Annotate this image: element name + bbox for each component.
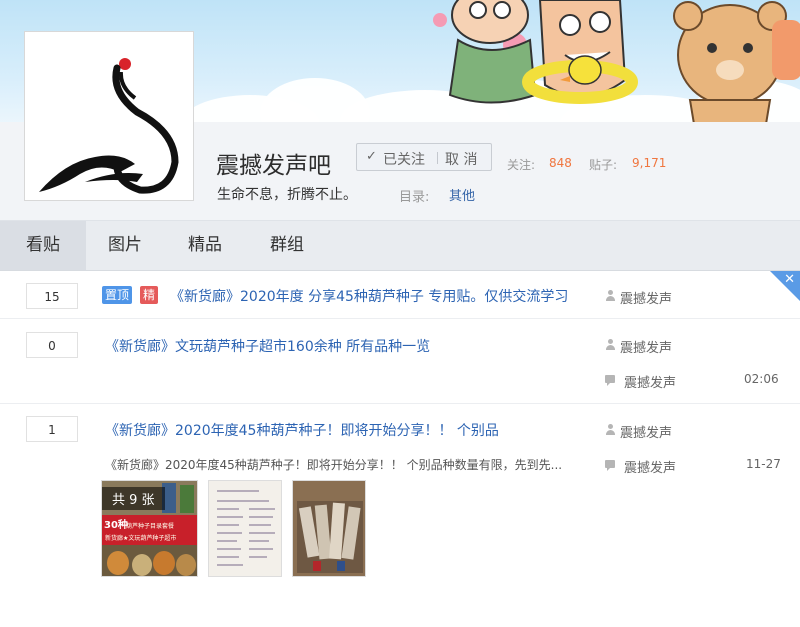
follow-button[interactable]: ✓ 已关注 取 消 (356, 143, 492, 171)
handwritten-list-image (209, 481, 281, 576)
reply-count: 1 (26, 416, 78, 442)
close-icon[interactable]: ✕ (784, 272, 795, 287)
last-reply-time: 02:06 (744, 372, 779, 386)
seed-packets-image (293, 481, 365, 576)
thread-image-thumbnail[interactable]: 30种 葫芦种子目录套餐 新货廊★文玩葫芦种子超市 共 9 张 (101, 480, 198, 577)
unfollow-button[interactable]: 取 消 (445, 149, 477, 169)
pinned-badge: 置顶 (102, 286, 133, 304)
last-replier[interactable]: 震撼发声 (624, 457, 676, 476)
thread-image-thumbnail[interactable] (208, 480, 282, 577)
reply-count: 0 (26, 332, 78, 358)
forum-name[interactable]: 震撼发声吧 (216, 146, 331, 180)
tab-threads[interactable]: 看贴 (0, 221, 86, 270)
last-replier[interactable]: 震撼发声 (624, 372, 676, 391)
user-icon (605, 339, 616, 351)
crane-logo (39, 58, 179, 194)
image-count-badge: 共 9 张 (102, 487, 165, 510)
followers-label: 关注: (507, 158, 536, 172)
tab-images[interactable]: 图片 (86, 221, 164, 270)
thread-author[interactable]: 震撼发声 (620, 288, 672, 307)
user-icon (605, 290, 616, 302)
comment-icon (605, 375, 615, 386)
directory-label: 目录: (399, 190, 430, 205)
user-icon (605, 424, 616, 436)
directory-link[interactable]: 其他 (449, 185, 475, 204)
row-divider (0, 318, 800, 319)
followed-label: 已关注 (383, 152, 425, 168)
cartoon-illustration (433, 0, 800, 130)
thumb-text-count: 30种 (104, 518, 128, 531)
checkmark-icon: ✓ (366, 149, 377, 164)
thread-title[interactable]: 《新货廊》2020年度45种葫芦种子！即将开始分享！！ 个别品 (105, 420, 499, 440)
thumb-text-store: 新货廊★文玩葫芦种子超市 (105, 534, 176, 542)
thumb-text-catalog: 葫芦种子目录套餐 (126, 522, 174, 530)
comment-icon (605, 460, 615, 471)
featured-badge: 精 (140, 286, 159, 304)
tab-bar: 看贴 图片 精品 群组 (0, 221, 800, 271)
last-reply-time: 11-27 (746, 457, 781, 471)
posts-count: 9,171 (632, 156, 667, 170)
thread-image-thumbnail[interactable] (292, 480, 366, 577)
tab-groups[interactable]: 群组 (246, 221, 328, 270)
forum-slogan: 生命不息，折腾不止。 (217, 187, 357, 203)
followers-count[interactable]: 848 (549, 156, 572, 170)
posts-label: 贴子: (589, 158, 618, 172)
thread-title[interactable]: 《新货廊》2020年度 分享45种葫芦种子 专用贴。仅供交流学习 (170, 286, 568, 306)
thread-author[interactable]: 震撼发声 (620, 422, 672, 441)
forum-avatar[interactable] (24, 31, 194, 201)
thread-abstract: 《新货廊》2020年度45种葫芦种子！即将开始分享！！ 个别品种数量有限，先到先… (105, 458, 563, 472)
row-divider (0, 403, 800, 404)
thread-author[interactable]: 震撼发声 (620, 337, 672, 356)
button-divider (437, 152, 438, 164)
thread-title[interactable]: 《新货廊》文玩葫芦种子超市160余种 所有品种一览 (105, 336, 430, 356)
tab-featured[interactable]: 精品 (164, 221, 246, 270)
reply-count: 15 (26, 283, 78, 309)
